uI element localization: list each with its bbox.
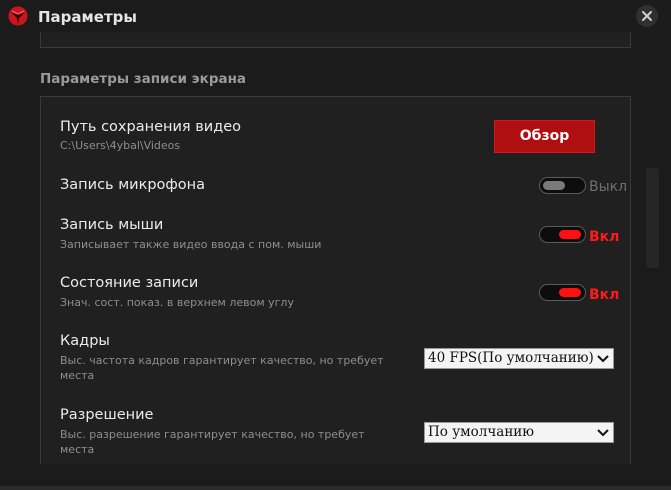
- resolution-selected: По умолчанию: [428, 424, 535, 440]
- resolution-row: Разрешение Выс. разрешение гарантирует к…: [60, 407, 400, 457]
- save-path-row: Путь сохранения видео C:\Users\4ybal\Vid…: [60, 119, 241, 153]
- mouse-toggle[interactable]: [539, 226, 586, 243]
- microphone-row: Запись микрофона: [60, 177, 205, 193]
- resolution-title: Разрешение: [60, 407, 154, 423]
- status-toggle[interactable]: [539, 284, 586, 301]
- toggle-knob: [559, 230, 581, 239]
- section-heading: Параметры записи экрана: [40, 71, 247, 87]
- microphone-state: Выкл: [589, 179, 628, 195]
- status-subtitle: Знач. сост. показ. в верхнем левом углу: [60, 296, 294, 309]
- mouse-row: Запись мыши Записывает также видео ввода…: [60, 217, 321, 252]
- mouse-title: Запись мыши: [60, 217, 164, 233]
- mouse-state: Вкл: [589, 229, 620, 245]
- save-path-title: Путь сохранения видео: [60, 119, 242, 135]
- status-title: Состояние записи: [60, 275, 199, 291]
- status-state: Вкл: [589, 287, 620, 303]
- close-button[interactable]: [636, 5, 658, 27]
- browse-button[interactable]: Обзор: [494, 120, 595, 153]
- frames-select[interactable]: 40 FPS(По умолчанию): [424, 348, 614, 369]
- bottom-bar: [0, 486, 671, 490]
- app-logo-icon: [8, 6, 28, 26]
- chevron-down-icon: [597, 355, 609, 363]
- resolution-subtitle: Выс. разрешение гарантирует качество, но…: [60, 428, 365, 456]
- frames-title: Кадры: [60, 333, 110, 349]
- frames-subtitle: Выс. частота кадров гарантирует качество…: [60, 354, 384, 382]
- frames-selected: 40 FPS(По умолчанию): [428, 350, 594, 366]
- window-title: Параметры: [38, 8, 137, 26]
- toggle-knob: [559, 288, 581, 297]
- save-path-value: C:\Users\4ybal\Videos: [60, 139, 181, 152]
- previous-panel: [40, 32, 631, 48]
- toggle-knob: [543, 181, 565, 190]
- status-row: Состояние записи Знач. сост. показ. в ве…: [60, 275, 294, 310]
- microphone-toggle[interactable]: [539, 177, 586, 194]
- microphone-title: Запись микрофона: [60, 177, 206, 193]
- title-bar: Параметры: [0, 0, 671, 32]
- chevron-down-icon: [597, 429, 609, 437]
- close-icon: [642, 11, 652, 21]
- frames-row: Кадры Выс. частота кадров гарантирует ка…: [60, 333, 400, 383]
- mouse-subtitle: Записывает также видео ввода с пом. мыши: [60, 238, 322, 251]
- scrollbar-thumb[interactable]: [646, 168, 659, 268]
- resolution-select[interactable]: По умолчанию: [424, 422, 614, 443]
